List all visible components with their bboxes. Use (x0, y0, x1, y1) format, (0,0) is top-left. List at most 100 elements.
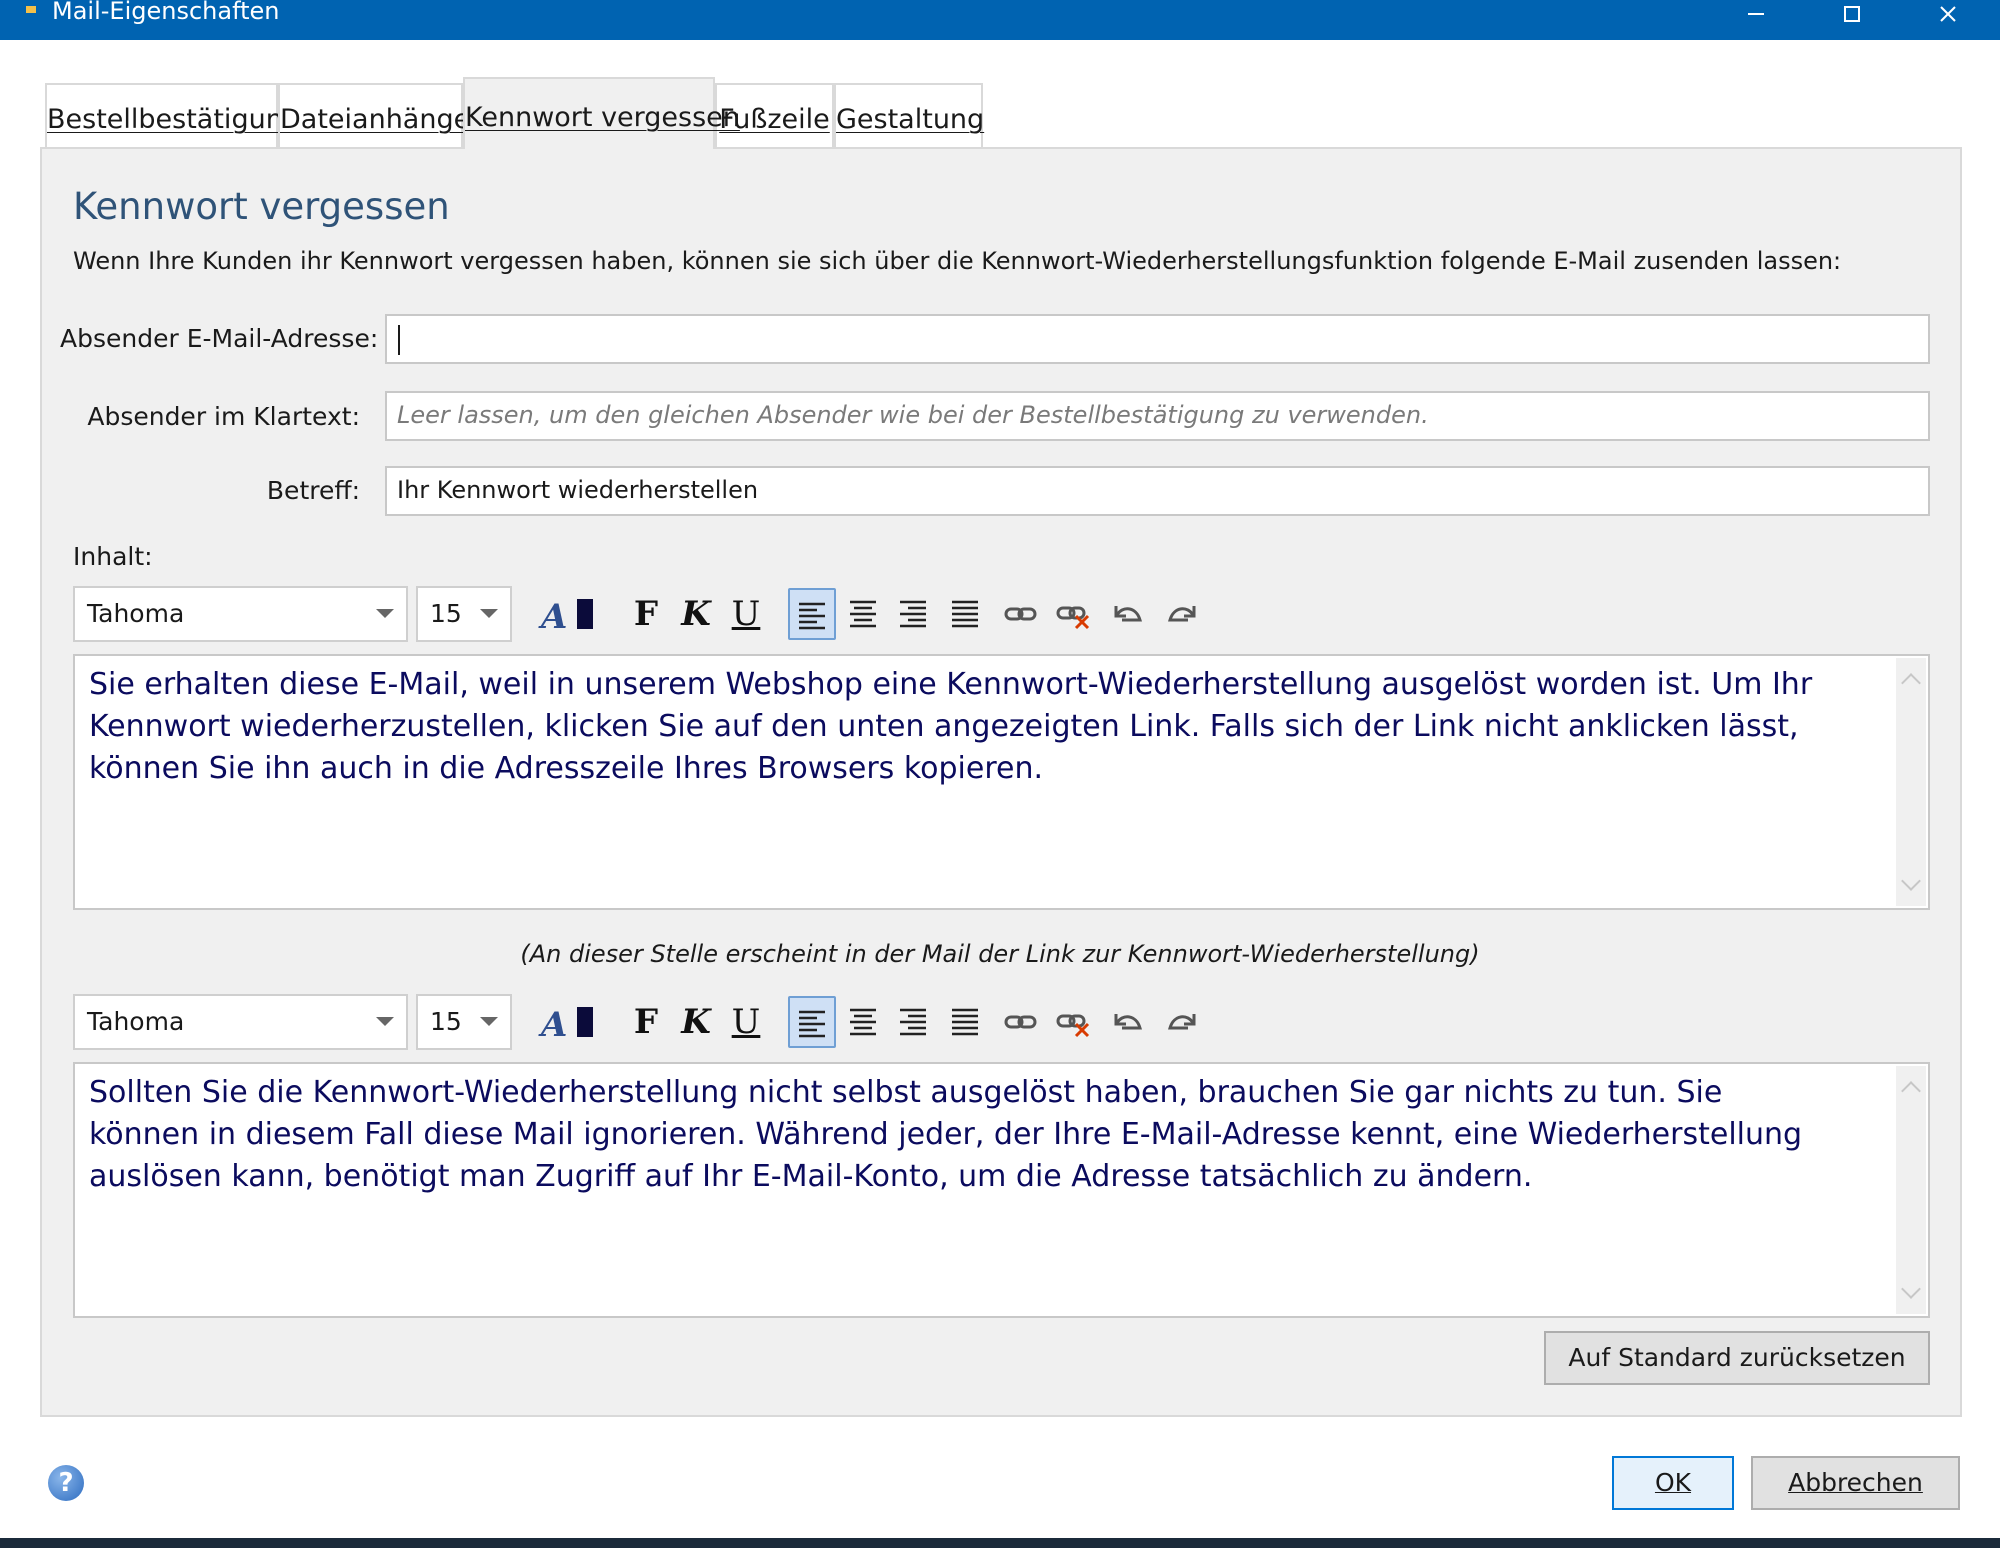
redo-icon (1168, 1014, 1196, 1030)
redo-button[interactable] (1160, 998, 1204, 1046)
font-color-button[interactable]: A (536, 998, 598, 1046)
font-size-select[interactable]: 15 (416, 586, 512, 642)
intro-text: Wenn Ihre Kunden ihr Kennwort vergessen … (73, 247, 1842, 275)
bold-button[interactable]: F (624, 590, 668, 638)
align-justify-icon (952, 1008, 978, 1036)
tab-label: Gestaltung (836, 104, 985, 135)
align-justify-button[interactable] (943, 998, 987, 1046)
undo-button[interactable] (1106, 590, 1150, 638)
scroll-up-icon[interactable] (1901, 1081, 1921, 1101)
close-icon (1940, 6, 1956, 22)
reset-default-button[interactable]: Auf Standard zurücksetzen (1544, 1331, 1930, 1385)
font-size-value: 15 (430, 599, 462, 628)
sender-plain-input[interactable]: Leer lassen, um den gleichen Absender wi… (385, 391, 1930, 441)
minimize-icon (1748, 13, 1764, 15)
align-center-button[interactable] (841, 998, 885, 1046)
editor-text: Sie erhalten diese E-Mail, weil in unser… (89, 667, 1813, 786)
remove-link-button[interactable] (1052, 590, 1096, 638)
font-color-icon: A (538, 1005, 593, 1045)
link-icon (1004, 607, 1037, 621)
align-right-button[interactable] (891, 590, 935, 638)
italic-button[interactable]: K (674, 998, 718, 1046)
align-right-icon (900, 600, 926, 628)
tab-gestaltung[interactable]: Gestaltung (834, 83, 985, 147)
cancel-button-label: Abbrechen (1788, 1468, 1923, 1497)
undo-icon (1114, 1014, 1142, 1030)
redo-button[interactable] (1160, 590, 1204, 638)
tab-dateianhaenge[interactable]: Dateianhänge (278, 83, 470, 147)
undo-button[interactable] (1106, 998, 1150, 1046)
window-title: Mail-Eigenschaften (52, 0, 280, 25)
taskbar-edge (0, 1538, 2000, 1548)
cancel-button[interactable]: Abbrechen (1751, 1456, 1960, 1510)
content-editor-top[interactable]: Sie erhalten diese E-Mail, weil in unser… (73, 654, 1930, 910)
section-title: Kennwort vergessen (73, 185, 450, 228)
app-icon (26, 6, 36, 13)
scroll-down-icon[interactable] (1901, 871, 1921, 891)
undo-icon (1114, 606, 1142, 622)
title-bar (0, 0, 2000, 40)
align-center-button[interactable] (841, 590, 885, 638)
italic-button[interactable]: K (674, 590, 718, 638)
tab-label: Bestellbestätigung (47, 104, 300, 135)
unlink-icon (1056, 606, 1090, 630)
align-left-icon (799, 602, 825, 630)
ok-button[interactable]: OK (1612, 1456, 1734, 1510)
font-family-select[interactable]: Tahoma (73, 994, 408, 1050)
scroll-down-icon[interactable] (1901, 1279, 1921, 1299)
redo-icon (1168, 606, 1196, 622)
tab-bestellbestaetigung[interactable]: Bestellbestätigung (45, 83, 300, 147)
minimize-button[interactable] (1716, 0, 1796, 40)
tab-label: Kennwort vergessen (465, 102, 740, 133)
font-color-button[interactable]: A (536, 590, 598, 638)
align-justify-button[interactable] (943, 590, 987, 638)
chevron-down-icon (376, 1017, 394, 1026)
help-icon[interactable]: ? (48, 1465, 84, 1501)
editor-scrollbar[interactable] (1896, 658, 1926, 906)
font-size-value: 15 (430, 1007, 462, 1036)
font-family-value: Tahoma (87, 599, 185, 628)
content-editor-bottom[interactable]: Sollten Sie die Kennwort-Wiederherstellu… (73, 1062, 1930, 1318)
chevron-down-icon (376, 609, 394, 618)
text-caret (398, 325, 400, 355)
font-family-value: Tahoma (87, 1007, 185, 1036)
align-justify-icon (952, 600, 978, 628)
align-left-button[interactable] (788, 588, 836, 640)
subject-label: Betreff: (266, 476, 360, 505)
font-size-select[interactable]: 15 (416, 994, 512, 1050)
align-left-button[interactable] (788, 996, 836, 1048)
scroll-up-icon[interactable] (1901, 673, 1921, 693)
tab-kennwort-vergessen[interactable]: Kennwort vergessen (463, 77, 740, 149)
svg-text:A: A (538, 597, 567, 637)
underline-button[interactable]: U (724, 590, 768, 638)
maximize-button[interactable] (1812, 0, 1892, 40)
remove-link-button[interactable] (1052, 998, 1096, 1046)
sender-email-input[interactable] (385, 314, 1930, 364)
align-center-icon (850, 1008, 876, 1036)
editor-text: Sollten Sie die Kennwort-Wiederherstellu… (89, 1075, 1803, 1194)
align-center-icon (850, 600, 876, 628)
sender-email-label: Absender E-Mail-Adresse: (60, 324, 379, 353)
font-color-icon: A (538, 597, 593, 637)
align-right-button[interactable] (891, 998, 935, 1046)
content-label: Inhalt: (73, 542, 153, 571)
svg-text:A: A (538, 1005, 567, 1045)
underline-button[interactable]: U (724, 998, 768, 1046)
unlink-icon (1056, 1014, 1090, 1038)
sender-plain-label: Absender im Klartext: (87, 402, 360, 431)
align-right-icon (900, 1008, 926, 1036)
close-button[interactable] (1908, 0, 1988, 40)
chevron-down-icon (480, 609, 498, 618)
subject-input[interactable]: Ihr Kennwort wiederherstellen (385, 466, 1930, 516)
bold-button[interactable]: F (624, 998, 668, 1046)
insert-link-button[interactable] (999, 998, 1043, 1046)
link-placeholder-hint: (An dieser Stelle erscheint in der Mail … (520, 940, 1480, 968)
font-family-select[interactable]: Tahoma (73, 586, 408, 642)
insert-link-button[interactable] (999, 590, 1043, 638)
link-icon (1004, 1015, 1037, 1029)
maximize-icon (1844, 6, 1860, 22)
align-left-icon (799, 1010, 825, 1038)
ok-button-label: OK (1654, 1468, 1692, 1497)
chevron-down-icon (480, 1017, 498, 1026)
editor-scrollbar[interactable] (1896, 1066, 1926, 1314)
